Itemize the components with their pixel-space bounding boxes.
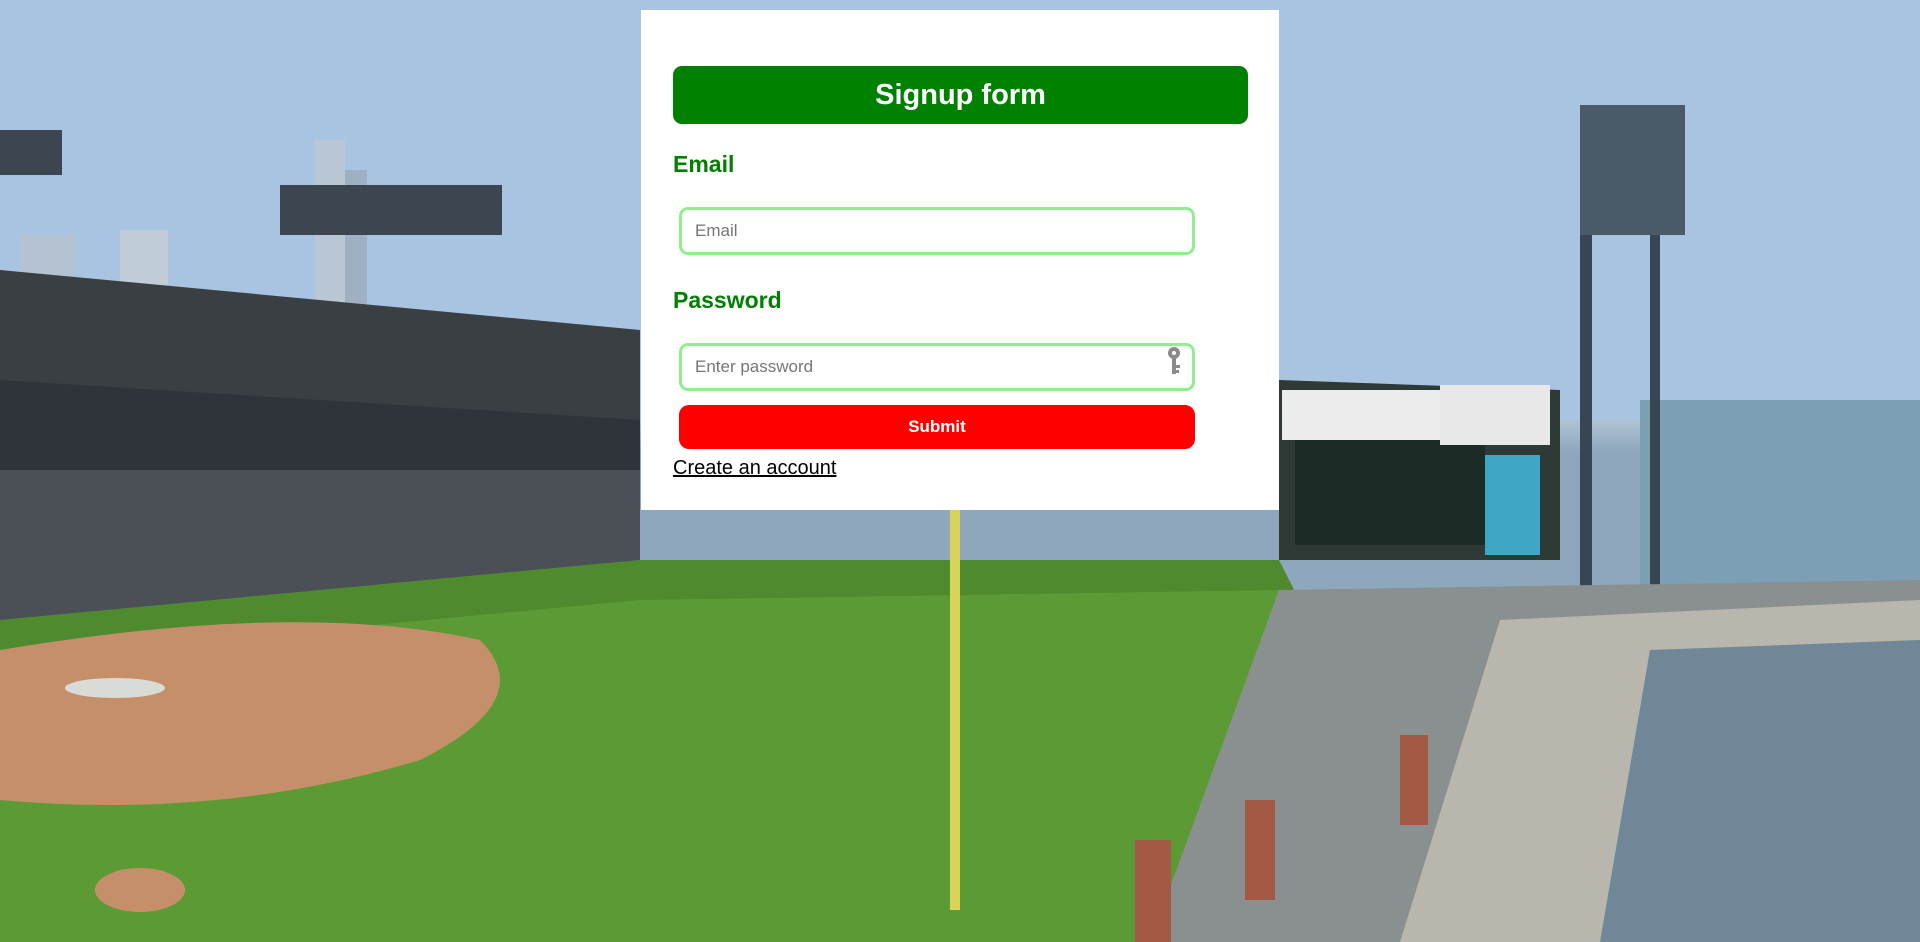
key-icon bbox=[1164, 343, 1184, 381]
email-label: Email bbox=[673, 151, 735, 177]
create-account-link[interactable]: Create an account bbox=[673, 457, 836, 480]
form-title: Signup form bbox=[673, 66, 1248, 124]
email-input[interactable] bbox=[679, 207, 1195, 255]
submit-button[interactable]: Submit bbox=[679, 405, 1195, 449]
password-label: Password bbox=[673, 287, 782, 313]
password-input[interactable] bbox=[679, 343, 1195, 391]
signup-form-card: Signup form Email Password Submit Create… bbox=[641, 10, 1279, 510]
